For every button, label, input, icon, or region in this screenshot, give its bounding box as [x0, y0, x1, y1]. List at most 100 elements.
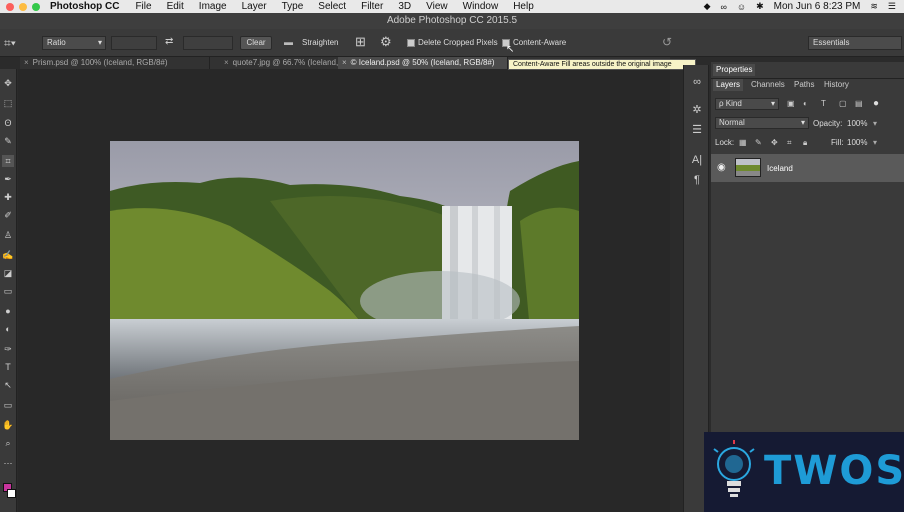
- hand-tool-icon[interactable]: ✋: [2, 419, 14, 431]
- tab-channels[interactable]: Channels: [748, 79, 788, 91]
- character-icon[interactable]: A|: [690, 153, 704, 167]
- menu-layer[interactable]: Layer: [242, 1, 267, 12]
- tab-quote7[interactable]: × quote7.jpg @ 66.7% (Iceland, RGB/8#): [220, 57, 372, 69]
- blur-tool-icon[interactable]: ●: [2, 305, 14, 317]
- creative-cloud-icon[interactable]: ∞: [720, 2, 726, 12]
- clone-stamp-tool-icon[interactable]: ♙: [2, 229, 14, 241]
- crop-tool-icon[interactable]: ⌗: [2, 155, 14, 167]
- tools-panel: ✥ ⬚ ʘ ✎ ⌗ ✒ ✚ ✐ ♙ ✍ ◪ ▭ ● ◐ ✑ T ↖ ▭ ✋ ⌕ …: [0, 69, 17, 512]
- clear-button[interactable]: Clear: [240, 36, 272, 50]
- straighten-icon[interactable]: ▬: [284, 37, 293, 47]
- gear-icon[interactable]: ⚙: [380, 34, 392, 50]
- close-icon[interactable]: ×: [224, 58, 229, 67]
- tab-paths[interactable]: Paths: [791, 79, 817, 91]
- lock-all-icon[interactable]: 🔒︎: [803, 138, 807, 148]
- layer-name[interactable]: Iceland: [767, 164, 793, 173]
- move-tool-icon[interactable]: ✥: [2, 77, 14, 89]
- adjustments-icon[interactable]: ☰: [690, 123, 704, 137]
- filter-pixel-icon[interactable]: ▣: [787, 99, 795, 108]
- tab-prism[interactable]: × Prism.psd @ 100% (Iceland, RGB/8#): [20, 57, 210, 69]
- pen-tool-icon[interactable]: ✑: [2, 343, 14, 355]
- menu-filter[interactable]: Filter: [361, 1, 383, 12]
- filter-smart-object-icon[interactable]: ▤: [855, 99, 863, 108]
- brush-preset-icon[interactable]: ✲: [690, 103, 704, 117]
- brush-tool-icon[interactable]: ✐: [2, 209, 14, 221]
- close-icon[interactable]: ×: [342, 58, 347, 67]
- type-tool-icon[interactable]: T: [2, 361, 14, 373]
- chevron-down-icon[interactable]: ▾: [873, 138, 877, 147]
- overlay-grid-icon[interactable]: ⊞: [355, 34, 366, 50]
- menu-file[interactable]: File: [135, 1, 151, 12]
- lock-position-icon[interactable]: ✥: [771, 138, 778, 147]
- more-tools-icon[interactable]: ⋯: [2, 457, 14, 469]
- path-selection-tool-icon[interactable]: ↖: [2, 379, 14, 391]
- menu-edit[interactable]: Edit: [167, 1, 184, 12]
- lasso-tool-icon[interactable]: ʘ: [2, 117, 14, 129]
- eyedropper-tool-icon[interactable]: ✒: [2, 173, 14, 185]
- menu-image[interactable]: Image: [199, 1, 227, 12]
- chevron-down-icon[interactable]: ▾: [873, 119, 877, 128]
- menu-type[interactable]: Type: [282, 1, 304, 12]
- dropbox-icon[interactable]: ◆: [704, 1, 711, 12]
- tab-properties[interactable]: Properties: [713, 64, 756, 76]
- menu-window[interactable]: Window: [463, 1, 499, 12]
- healing-brush-tool-icon[interactable]: ✚: [2, 191, 14, 203]
- eraser-tool-icon[interactable]: ◪: [2, 267, 14, 279]
- menu-3d[interactable]: 3D: [398, 1, 411, 12]
- ratio-value: Ratio: [47, 38, 66, 47]
- swap-dimensions-icon[interactable]: ⇄: [165, 36, 173, 47]
- creative-cloud-libraries-icon[interactable]: ∞: [690, 75, 704, 89]
- marquee-tool-icon[interactable]: ⬚: [2, 97, 14, 109]
- zoom-window-button[interactable]: [32, 2, 40, 11]
- close-icon[interactable]: ×: [24, 58, 29, 67]
- document-image[interactable]: [110, 141, 579, 440]
- opacity-value[interactable]: 100%: [847, 119, 867, 128]
- minimize-window-button[interactable]: [19, 2, 27, 11]
- background-color-swatch[interactable]: [7, 489, 16, 498]
- bluetooth-icon[interactable]: ✱: [756, 1, 764, 12]
- shape-tool-icon[interactable]: ▭: [2, 399, 14, 411]
- notification-center-icon[interactable]: ☰: [888, 1, 896, 12]
- reset-icon[interactable]: ↺: [662, 35, 672, 49]
- app-menu[interactable]: Photoshop CC: [50, 1, 119, 12]
- history-brush-tool-icon[interactable]: ✍: [2, 249, 14, 261]
- eye-icon[interactable]: ◉: [717, 162, 726, 173]
- ratio-select[interactable]: Ratio ▾: [42, 36, 106, 50]
- menu-help[interactable]: Help: [513, 1, 534, 12]
- twos-watermark: TWOS: [704, 432, 904, 512]
- fill-value[interactable]: 100%: [847, 138, 867, 147]
- mac-menu-bar: Photoshop CC File Edit Image Layer Type …: [0, 0, 904, 13]
- filter-toggle-icon[interactable]: ●: [873, 98, 879, 109]
- tab-label: © Iceland.psd @ 50% (Iceland, RGB/8#): [350, 58, 495, 67]
- layer-filter-select[interactable]: ρ Kind ▾: [715, 98, 779, 110]
- menu-select[interactable]: Select: [318, 1, 346, 12]
- lock-pixels-icon[interactable]: ✎: [755, 138, 762, 147]
- straighten-label[interactable]: Straighten: [302, 38, 338, 47]
- menu-view[interactable]: View: [426, 1, 448, 12]
- gradient-tool-icon[interactable]: ▭: [2, 285, 14, 297]
- filter-type-icon[interactable]: T: [821, 99, 826, 108]
- quick-select-tool-icon[interactable]: ✎: [2, 135, 14, 147]
- paragraph-icon[interactable]: ¶: [690, 173, 704, 187]
- filter-shape-icon[interactable]: ▢: [839, 99, 847, 108]
- tab-layers[interactable]: Layers: [713, 79, 744, 91]
- workspace-select[interactable]: Essentials: [808, 36, 902, 50]
- user-icon[interactable]: ☺: [737, 2, 746, 12]
- wifi-icon[interactable]: ≋: [870, 1, 878, 12]
- tab-history[interactable]: History: [821, 79, 852, 91]
- crop-tool-preset-icon[interactable]: ⌗▾: [4, 36, 26, 50]
- chevron-down-icon: ▾: [770, 99, 775, 108]
- dodge-tool-icon[interactable]: ◐: [2, 323, 14, 335]
- width-field[interactable]: [111, 36, 157, 50]
- layer-row[interactable]: ◉ Iceland: [711, 154, 904, 182]
- blend-mode-select[interactable]: Normal ▾: [715, 117, 809, 129]
- zoom-tool-icon[interactable]: ⌕: [2, 437, 14, 449]
- delete-cropped-checkbox[interactable]: [407, 39, 415, 47]
- clock[interactable]: Mon Jun 6 8:23 PM: [774, 1, 861, 12]
- artboard-icon[interactable]: ⌗: [787, 138, 792, 148]
- height-field[interactable]: [183, 36, 233, 50]
- filter-adjustment-icon[interactable]: ◐: [803, 99, 808, 108]
- close-window-button[interactable]: [6, 2, 14, 11]
- lock-transparency-icon[interactable]: ▦: [739, 138, 747, 147]
- tab-iceland[interactable]: × © Iceland.psd @ 50% (Iceland, RGB/8#): [338, 57, 508, 69]
